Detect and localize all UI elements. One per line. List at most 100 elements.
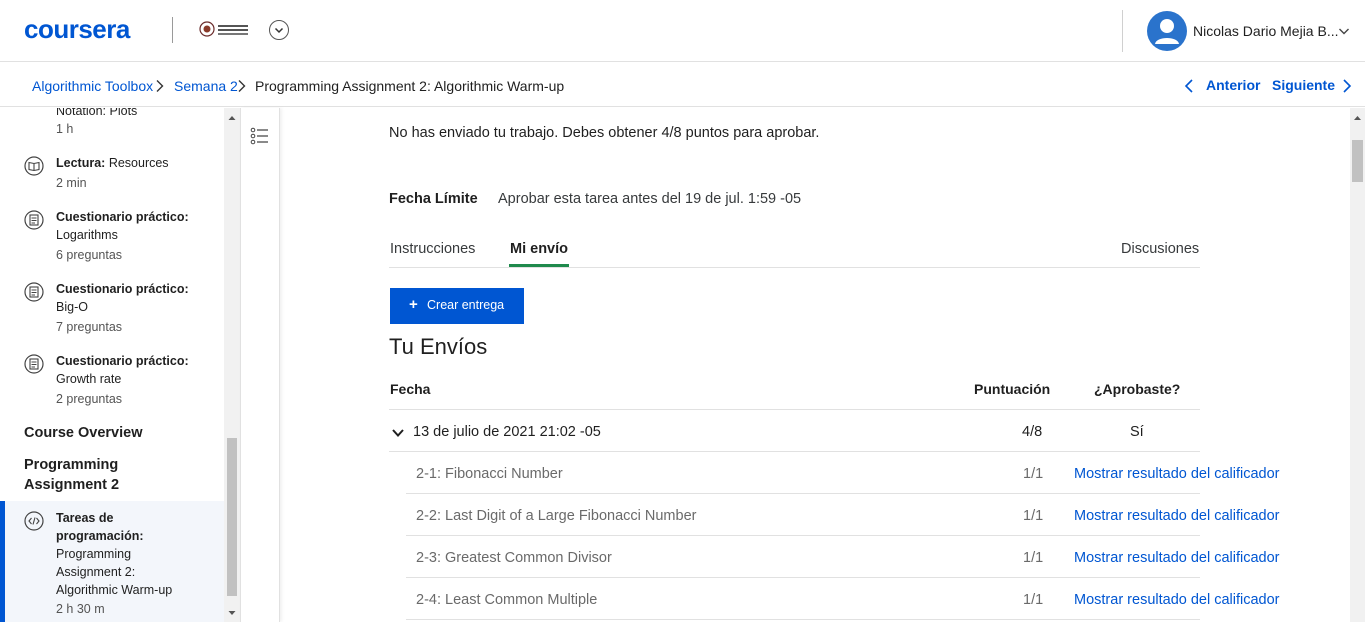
- create-submission-label: Crear entrega: [427, 298, 505, 312]
- sidebar-item-type: programación:: [56, 529, 144, 543]
- sidebar-item-programming-assignment[interactable]: Tareas de programación: Programming Assi…: [0, 509, 224, 622]
- show-grader-output-link[interactable]: Mostrar resultado del calificador: [1074, 592, 1280, 608]
- submissions-title: Tu Envíos: [389, 334, 488, 359]
- chevron-down-icon[interactable]: [1337, 24, 1351, 38]
- outline-rail: [240, 108, 280, 622]
- part-name: 2-3: Greatest Common Divisor: [416, 550, 612, 566]
- quiz-icon: [24, 354, 44, 374]
- sidebar-item-label: Programming: [56, 547, 132, 561]
- page-scrollbar[interactable]: [1350, 108, 1365, 622]
- submission-notice: No has enviado tu trabajo. Debes obtener…: [389, 125, 820, 141]
- sidebar-item-growth-rate[interactable]: Cuestionario práctico: Growth rate 2 pre…: [0, 352, 224, 412]
- submission-row[interactable]: 13 de julio de 2021 21:02 -05 4/8 Sí: [389, 410, 1200, 452]
- partner-logo[interactable]: [198, 17, 252, 43]
- tab-my-submission[interactable]: Mi envío: [510, 241, 568, 257]
- sidebar-item-label: Logarithms: [56, 228, 118, 242]
- sidebar-item-label: Growth rate: [56, 372, 122, 386]
- chevron-right-icon: [156, 80, 164, 92]
- deadline-value: Aprobar esta tarea antes del 19 de jul. …: [498, 191, 802, 207]
- part-name: 2-1: Fibonacci Number: [416, 466, 563, 482]
- book-icon: [24, 156, 44, 176]
- part-name: 2-2: Last Digit of a Large Fibonacci Num…: [416, 508, 697, 524]
- code-icon: [24, 511, 44, 531]
- chevron-right-icon: [238, 80, 246, 92]
- sidebar-item-label: Big-O: [56, 300, 88, 314]
- part-score: 1/1: [1023, 466, 1044, 482]
- submissions-table-header: Fecha Puntuación ¿Aprobaste?: [389, 379, 1200, 410]
- course-sidebar: Notation: Plots 1 h Lectura: Resources 2…: [0, 108, 224, 622]
- sidebar-item-label: Resources: [108, 156, 169, 170]
- scroll-down-icon[interactable]: [224, 605, 240, 621]
- breadcrumb: Algorithmic Toolbox Semana 2 Programming…: [0, 63, 1365, 107]
- sidebar-item-logarithms[interactable]: Cuestionario práctico: Logarithms 6 preg…: [0, 208, 224, 268]
- sidebar-item-type: Cuestionario práctico:: [56, 282, 189, 296]
- sidebar-item-label: Algorithmic Warm-up: [56, 583, 173, 597]
- scroll-up-icon[interactable]: [224, 110, 240, 126]
- next-button[interactable]: Siguiente: [1272, 77, 1335, 93]
- table-row: 2-1: Fibonacci Number 1/1 Mostrar result…: [406, 452, 1280, 494]
- part-score: 1/1: [1023, 550, 1044, 566]
- show-grader-output-link[interactable]: Mostrar resultado del calificador: [1074, 508, 1280, 524]
- sidebar-item-meta: 2 min: [56, 176, 87, 190]
- create-submission-button[interactable]: + Crear entrega: [390, 288, 524, 324]
- submission-date: 13 de julio de 2021 21:02 -05: [413, 424, 601, 440]
- chevron-down-icon: [274, 27, 284, 34]
- user-divider: [1122, 10, 1123, 52]
- column-header-passed: ¿Aprobaste?: [1094, 381, 1181, 397]
- sidebar-section-course-overview[interactable]: Course Overview: [24, 423, 142, 443]
- quiz-icon: [24, 282, 44, 302]
- page-scrollbar-thumb[interactable]: [1352, 140, 1363, 182]
- coursera-logo[interactable]: coursera: [24, 14, 130, 45]
- sidebar-item-meta: 7 preguntas: [56, 320, 123, 334]
- sidebar-item-type: Tareas de: [56, 511, 114, 525]
- tab-instructions[interactable]: Instrucciones: [390, 241, 475, 257]
- deadline-label: Fecha Límite: [389, 191, 478, 207]
- chevron-left-icon[interactable]: [1183, 78, 1195, 94]
- column-header-score: Puntuación: [974, 381, 1051, 397]
- assignment-tabs: Instrucciones Mi envío Discusiones: [389, 232, 1200, 268]
- table-row: 2-2: Last Digit of a Large Fibonacci Num…: [406, 494, 1280, 536]
- chevron-down-icon[interactable]: [391, 427, 405, 439]
- part-name: 2-4: Least Common Multiple: [416, 592, 598, 608]
- tab-discussions[interactable]: Discusiones: [1121, 241, 1199, 257]
- chevron-right-icon[interactable]: [1341, 78, 1353, 94]
- sidebar-item-resources[interactable]: Lectura: Resources 2 min: [0, 154, 224, 194]
- partner-dropdown-button[interactable]: [269, 20, 289, 40]
- breadcrumb-current: Programming Assignment 2: Algorithmic Wa…: [255, 78, 565, 94]
- sidebar-item-label[interactable]: Notation: Plots: [56, 108, 137, 120]
- top-header: coursera Nicolas Dario Mejia B...: [0, 0, 1365, 62]
- user-icon: [1155, 19, 1179, 44]
- previous-button[interactable]: Anterior: [1206, 77, 1260, 93]
- show-grader-output-link[interactable]: Mostrar resultado del calificador: [1074, 466, 1280, 482]
- sidebar-item-label: Assignment 2:: [56, 565, 136, 579]
- list-icon[interactable]: [249, 125, 271, 147]
- part-score: 1/1: [1023, 508, 1044, 524]
- sidebar-section-assignment-line1[interactable]: Programming: [24, 455, 118, 475]
- table-row: 2-3: Greatest Common Divisor 1/1 Mostrar…: [406, 536, 1280, 578]
- main-content: No has enviado tu trabajo. Debes obtener…: [281, 108, 1350, 622]
- sidebar-scrollbar-thumb[interactable]: [227, 438, 237, 596]
- column-header-date: Fecha: [390, 381, 431, 397]
- sidebar-item-big-o[interactable]: Cuestionario práctico: Big-O 7 preguntas: [0, 280, 224, 340]
- scroll-up-icon[interactable]: [1350, 110, 1365, 126]
- sidebar-item-meta: 2 h 30 m: [56, 602, 105, 616]
- sidebar-item-type: Cuestionario práctico:: [56, 210, 189, 224]
- sidebar-item-meta: 6 preguntas: [56, 248, 123, 262]
- avatar[interactable]: [1147, 11, 1187, 51]
- part-score: 1/1: [1023, 592, 1044, 608]
- breadcrumb-week[interactable]: Semana 2: [174, 78, 238, 94]
- sidebar-item-meta: 1 h: [56, 122, 74, 136]
- submission-passed: Sí: [1130, 424, 1144, 440]
- active-tab-indicator: [509, 264, 569, 267]
- sidebar-scrollbar[interactable]: [224, 108, 240, 622]
- header-divider: [172, 17, 173, 43]
- table-row: 2-4: Least Common Multiple 1/1 Mostrar r…: [406, 578, 1280, 620]
- sidebar-section-assignment-line2[interactable]: Assignment 2: [24, 475, 119, 495]
- sidebar-item-type: Cuestionario práctico:: [56, 354, 189, 368]
- show-grader-output-link[interactable]: Mostrar resultado del calificador: [1074, 550, 1280, 566]
- quiz-icon: [24, 210, 44, 230]
- submission-score: 4/8: [1022, 424, 1043, 440]
- user-name[interactable]: Nicolas Dario Mejia B...: [1193, 23, 1339, 39]
- breadcrumb-course[interactable]: Algorithmic Toolbox: [32, 78, 153, 94]
- sidebar-item-type: Lectura:: [56, 156, 106, 170]
